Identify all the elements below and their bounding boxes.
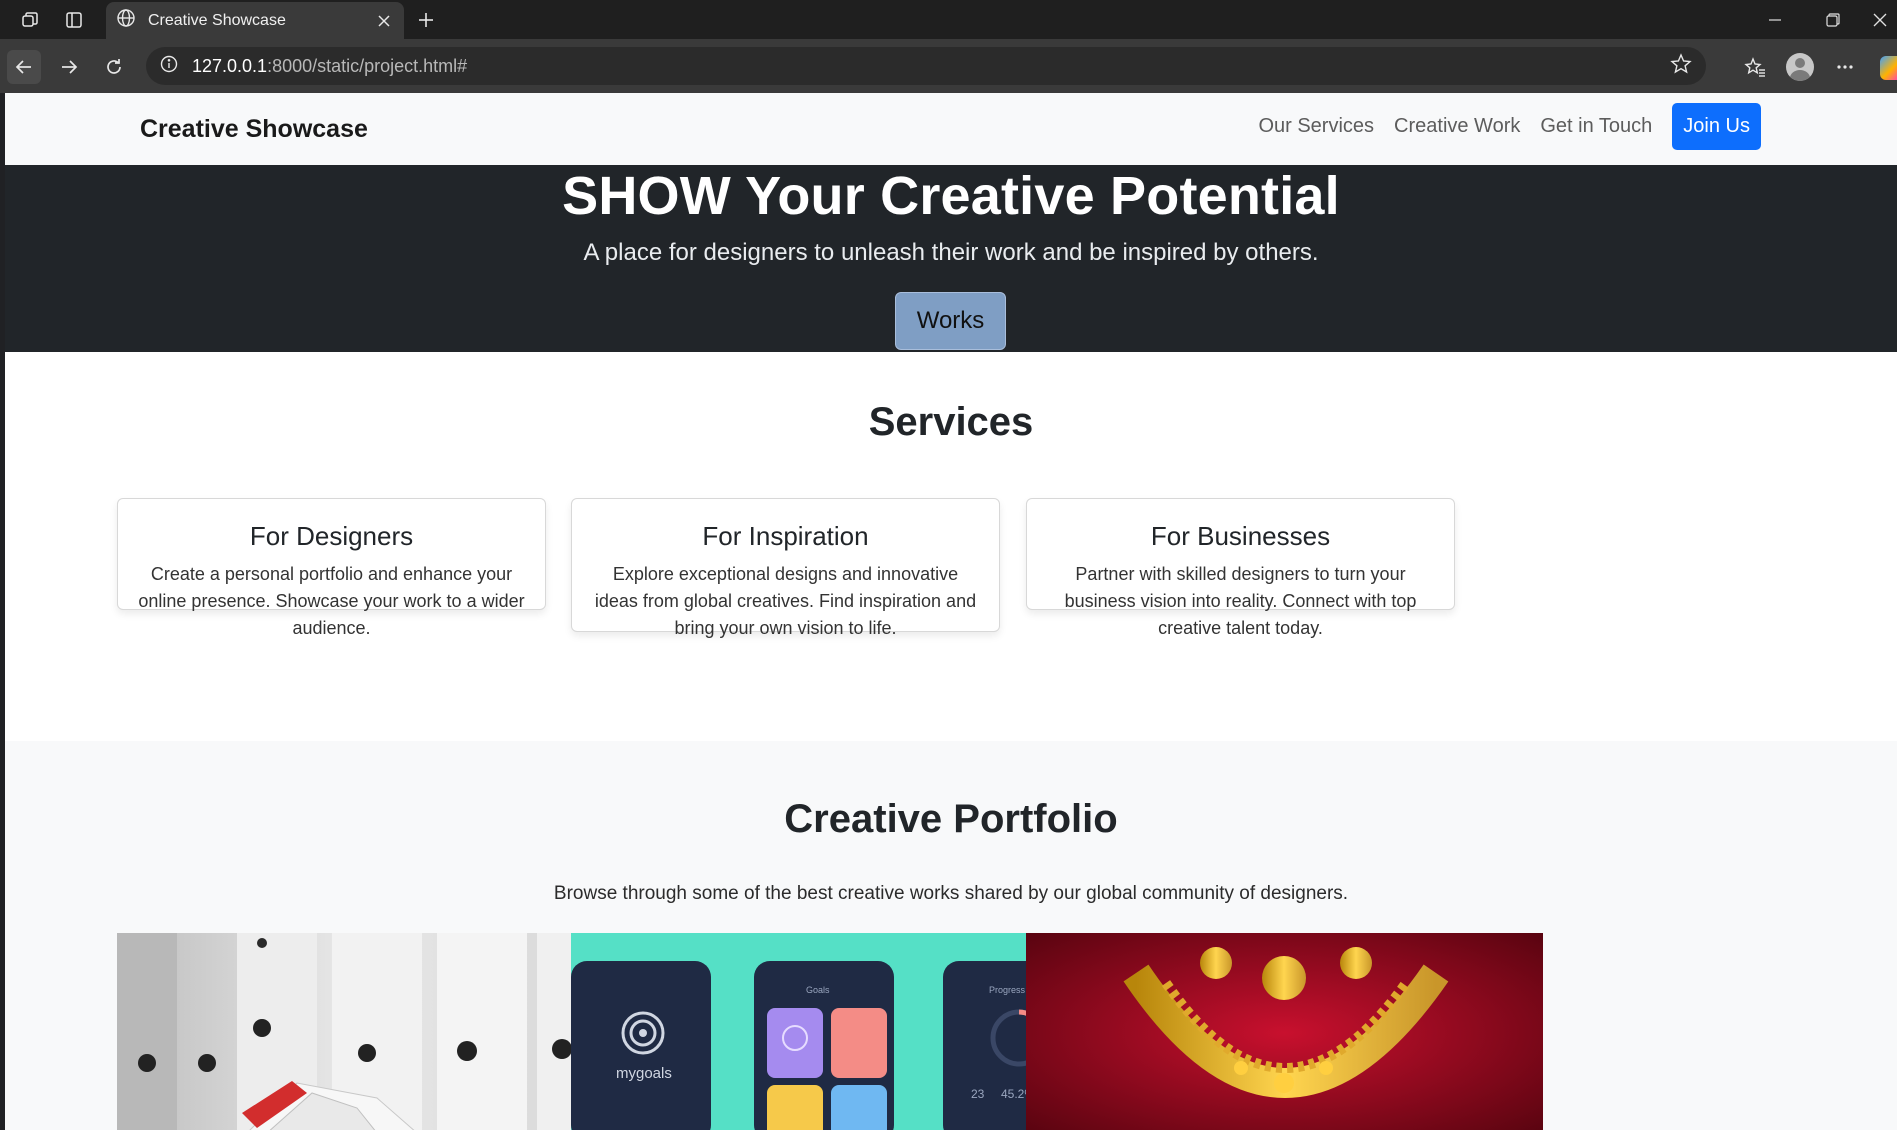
app-stat: 23 xyxy=(971,1087,985,1101)
nav-link-services[interactable]: Our Services xyxy=(1258,115,1374,138)
service-card-designers: For Designers Create a personal portfoli… xyxy=(117,498,546,638)
nav-link-creative-work[interactable]: Creative Work xyxy=(1394,115,1520,138)
service-card-text: Partner with skilled designers to turn y… xyxy=(1064,564,1417,638)
nav-links: Our Services Creative Work Get in Touch … xyxy=(1258,103,1761,150)
vertical-tabs-icon[interactable] xyxy=(58,4,90,36)
site-brand[interactable]: Creative Showcase xyxy=(140,115,368,144)
service-card-text: Explore exceptional designs and innovati… xyxy=(594,564,977,638)
portfolio-image-binders[interactable] xyxy=(117,933,634,1130)
nav-link-contact[interactable]: Get in Touch xyxy=(1540,115,1652,138)
forward-icon[interactable] xyxy=(52,50,86,84)
service-card-title: For Designers xyxy=(249,521,414,551)
app-screen-title-progress: Progress xyxy=(989,985,1026,995)
favorites-icon[interactable] xyxy=(1738,50,1772,84)
site-navbar: Creative Showcase Our Services Creative … xyxy=(5,93,1897,165)
workspaces-icon[interactable] xyxy=(14,4,46,36)
reload-icon[interactable] xyxy=(97,50,131,84)
service-card-text: Create a personal portfolio and enhance … xyxy=(138,564,525,638)
portfolio-image-app[interactable]: mygoals Goals Progress 23 45.2% 234 xyxy=(571,933,1088,1130)
service-card-businesses: For Businesses Partner with skilled desi… xyxy=(1026,498,1455,638)
favorite-star-icon[interactable] xyxy=(1670,52,1692,80)
address-bar[interactable]: 127.0.0.1:8000/static/project.html# xyxy=(146,47,1706,85)
portfolio-title: Creative Portfolio xyxy=(784,797,1118,841)
back-icon[interactable] xyxy=(7,50,41,84)
portfolio-section: Creative Portfolio Browse through some o… xyxy=(5,741,1897,1130)
url-text: 127.0.0.1:8000/static/project.html# xyxy=(192,55,468,76)
browser-tab-bar: Creative Showcase xyxy=(0,0,1897,39)
services-section: Services For Designers Create a personal… xyxy=(5,352,1897,741)
close-tab-icon[interactable] xyxy=(374,11,394,31)
app-name-label: mygoals xyxy=(616,1065,672,1082)
new-tab-icon[interactable] xyxy=(410,4,442,36)
site-info-icon[interactable] xyxy=(160,55,178,78)
globe-icon xyxy=(116,8,136,33)
minimize-icon[interactable] xyxy=(1748,4,1802,36)
copilot-icon[interactable] xyxy=(1880,56,1897,80)
services-title: Services xyxy=(868,400,1034,444)
app-screen-title-goals: Goals xyxy=(806,985,830,995)
browser-tab[interactable]: Creative Showcase xyxy=(106,2,404,39)
portfolio-lead: Browse through some of the best creative… xyxy=(553,883,1349,904)
works-button[interactable]: Works xyxy=(895,292,1006,350)
join-us-button[interactable]: Join Us xyxy=(1672,103,1761,150)
browser-toolbar: 127.0.0.1:8000/static/project.html# xyxy=(0,39,1897,93)
hero-section: SHOW Your Creative Potential A place for… xyxy=(5,165,1897,352)
hero-title: SHOW Your Creative Potential xyxy=(562,166,1340,226)
restore-icon[interactable] xyxy=(1806,4,1860,36)
service-card-inspiration: For Inspiration Explore exceptional desi… xyxy=(571,498,1000,638)
page-viewport: Creative Showcase Our Services Creative … xyxy=(5,93,1897,1130)
more-menu-icon[interactable] xyxy=(1828,50,1862,84)
close-window-icon[interactable] xyxy=(1862,4,1897,36)
service-card-title: For Businesses xyxy=(1150,521,1331,551)
service-card-title: For Inspiration xyxy=(702,521,869,551)
profile-avatar-icon[interactable] xyxy=(1783,50,1817,84)
portfolio-image-jewellery[interactable] xyxy=(1026,933,1543,1130)
hero-subtitle: A place for designers to unleash their w… xyxy=(583,239,1319,266)
tab-title: Creative Showcase xyxy=(148,11,286,29)
